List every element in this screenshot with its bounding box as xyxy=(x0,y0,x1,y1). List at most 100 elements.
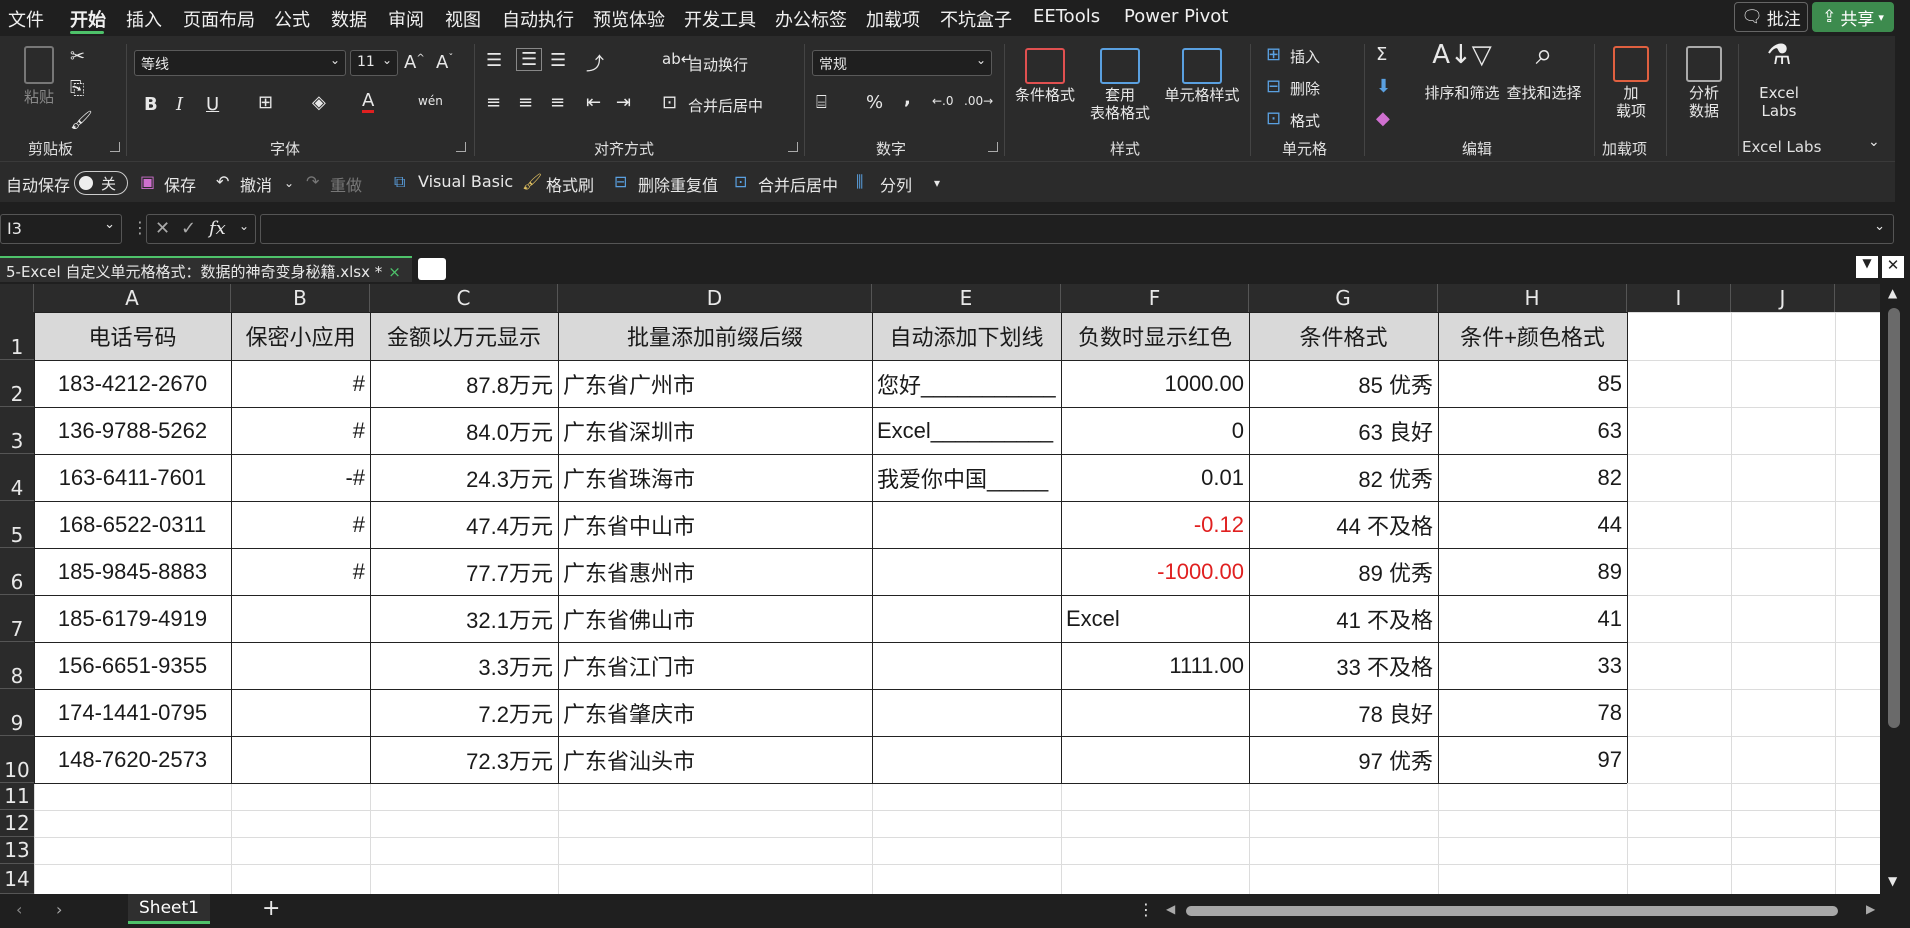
column-header-E[interactable]: E xyxy=(872,284,1061,312)
cell-B4[interactable]: -# xyxy=(231,454,370,501)
cell-C10[interactable]: 72.3万元 xyxy=(370,736,558,783)
bold-button[interactable]: B xyxy=(144,94,158,115)
menu-formulas[interactable]: 公式 xyxy=(274,6,310,32)
decrease-indent-icon[interactable]: ⇤ xyxy=(586,92,601,113)
cell-G5[interactable]: 44 不及格 xyxy=(1249,501,1438,548)
number-format-dropdown[interactable]: 常规 ⌄ xyxy=(812,50,992,76)
tab-list-icon[interactable]: ▼ xyxy=(1856,256,1878,278)
cell-A9[interactable]: 174-1441-0795 xyxy=(34,689,231,736)
next-sheet-icon[interactable]: › xyxy=(56,900,62,919)
row-header-2[interactable]: 2 xyxy=(0,360,34,407)
scroll-up-icon[interactable]: ▲ xyxy=(1888,286,1897,300)
delete-cells-button[interactable]: 删除 xyxy=(1290,78,1320,99)
cell-D4[interactable]: 广东省珠海市 xyxy=(558,454,872,501)
fill-icon[interactable]: ⬇ xyxy=(1376,76,1391,97)
undo-button[interactable]: 撤消 xyxy=(240,172,272,196)
conditional-formatting-button[interactable]: 条件格式 xyxy=(1010,48,1080,104)
close-icon[interactable]: × xyxy=(388,263,401,281)
cell-E3[interactable]: Excel__________ xyxy=(872,407,1061,454)
cell-D5[interactable]: 广东省中山市 xyxy=(558,501,872,548)
cell-F9[interactable] xyxy=(1061,689,1249,736)
cell-H2[interactable]: 85 xyxy=(1438,360,1627,407)
font-launcher[interactable] xyxy=(456,142,466,152)
row-header-5[interactable]: 5 xyxy=(0,501,34,548)
cell-F4[interactable]: 0.01 xyxy=(1061,454,1249,501)
cell-H6[interactable]: 89 xyxy=(1438,548,1627,595)
formula-input[interactable]: ⌄ xyxy=(260,214,1894,244)
share-button[interactable]: ⇪ 共享 ▾ xyxy=(1812,2,1894,32)
column-header-J[interactable]: J xyxy=(1731,284,1835,312)
cell-B7[interactable] xyxy=(231,595,370,642)
underline-button[interactable]: U xyxy=(206,94,219,115)
menu-developer[interactable]: 开发工具 xyxy=(684,6,756,32)
redo-button[interactable]: 重做 xyxy=(330,172,362,196)
border-icon[interactable]: ⊞ xyxy=(258,92,273,113)
autosum-icon[interactable]: Σ xyxy=(1376,44,1387,65)
column-title-D[interactable]: 批量添加前缀后缀 xyxy=(558,312,872,360)
menu-power-pivot[interactable]: Power Pivot xyxy=(1124,6,1228,27)
row-header-8[interactable]: 8 xyxy=(0,642,34,689)
menu-buxbox[interactable]: 不坑盒子 xyxy=(940,6,1012,32)
enter-icon[interactable]: ✓ xyxy=(181,218,196,239)
cell-E4[interactable]: 我爱你中国_____ xyxy=(872,454,1061,501)
align-middle-icon[interactable]: ☰ xyxy=(516,48,543,71)
add-sheet-icon[interactable]: + xyxy=(262,896,280,921)
cell-E10[interactable] xyxy=(872,736,1061,783)
format-painter-button[interactable]: 格式刷 xyxy=(546,172,594,196)
cell-G7[interactable]: 41 不及格 xyxy=(1249,595,1438,642)
font-color-icon[interactable]: A xyxy=(362,92,375,113)
decrease-decimal-icon[interactable]: .00→ xyxy=(964,94,993,108)
align-bottom-icon[interactable]: ☰ xyxy=(550,50,566,71)
column-header-G[interactable]: G xyxy=(1249,284,1438,312)
vertical-scrollbar[interactable]: ▲ ▼ xyxy=(1880,284,1910,894)
cell-B8[interactable] xyxy=(231,642,370,689)
format-cells-button[interactable]: 格式 xyxy=(1290,110,1320,131)
number-launcher[interactable] xyxy=(988,142,998,152)
row-header-12[interactable]: 12 xyxy=(0,810,34,837)
cell-G9[interactable]: 78 良好 xyxy=(1249,689,1438,736)
fill-color-icon[interactable]: ◈ xyxy=(312,92,326,113)
comments-button[interactable]: 🗨 批注 xyxy=(1734,2,1808,32)
wrap-text-button[interactable]: 自动换行 xyxy=(688,54,748,75)
cell-D2[interactable]: 广东省广州市 xyxy=(558,360,872,407)
remove-duplicates-button[interactable]: 删除重复值 xyxy=(638,172,718,196)
horizontal-scrollbar-thumb[interactable] xyxy=(1186,906,1838,916)
cell-A8[interactable]: 156-6651-9355 xyxy=(34,642,231,689)
menu-home[interactable]: 开始 xyxy=(70,6,106,32)
row-header-13[interactable]: 13 xyxy=(0,837,34,864)
cell-F6[interactable]: -1000.00 xyxy=(1061,548,1249,595)
cell-G2[interactable]: 85 优秀 xyxy=(1249,360,1438,407)
copy-icon[interactable]: ⎘ xyxy=(70,78,84,99)
cell-F8[interactable]: 1111.00 xyxy=(1061,642,1249,689)
cell-A10[interactable]: 148-7620-2573 xyxy=(34,736,231,783)
cell-F2[interactable]: 1000.00 xyxy=(1061,360,1249,407)
cell-styles-button[interactable]: 单元格样式 xyxy=(1160,48,1244,104)
column-header-H[interactable]: H xyxy=(1438,284,1627,312)
row-header-9[interactable]: 9 xyxy=(0,689,34,736)
cell-F5[interactable]: -0.12 xyxy=(1061,501,1249,548)
cell-H3[interactable]: 63 xyxy=(1438,407,1627,454)
cell-B10[interactable] xyxy=(231,736,370,783)
insert-function-button[interactable]: fx xyxy=(209,218,226,239)
analyze-data-button[interactable]: 分析 数据 xyxy=(1676,46,1732,120)
column-header-C[interactable]: C xyxy=(370,284,558,312)
column-title-B[interactable]: 保密小应用 xyxy=(231,312,370,360)
increase-decimal-icon[interactable]: ←.0 xyxy=(932,94,954,108)
percent-button[interactable]: % xyxy=(866,92,883,113)
cancel-icon[interactable]: ✕ xyxy=(155,218,170,239)
collapse-ribbon-icon[interactable]: ⌄ xyxy=(1868,134,1880,150)
italic-button[interactable]: I xyxy=(176,94,183,115)
cell-D8[interactable]: 广东省江门市 xyxy=(558,642,872,689)
clipboard-launcher[interactable] xyxy=(110,142,120,152)
shrink-font-icon[interactable]: Aˇ xyxy=(436,52,453,73)
chevron-down-icon[interactable]: ⌄ xyxy=(284,176,294,190)
paste-button[interactable]: 粘贴 xyxy=(14,46,64,106)
cell-E9[interactable] xyxy=(872,689,1061,736)
cell-G10[interactable]: 97 优秀 xyxy=(1249,736,1438,783)
cell-A5[interactable]: 168-6522-0311 xyxy=(34,501,231,548)
cell-E2[interactable]: 您好___________ xyxy=(872,360,1061,407)
customize-qat-icon[interactable]: ▾ xyxy=(934,176,940,190)
column-header-I[interactable]: I xyxy=(1627,284,1731,312)
orientation-icon[interactable]: ⤴ xyxy=(586,50,604,76)
merge-icon[interactable]: ⊡ xyxy=(662,92,677,113)
